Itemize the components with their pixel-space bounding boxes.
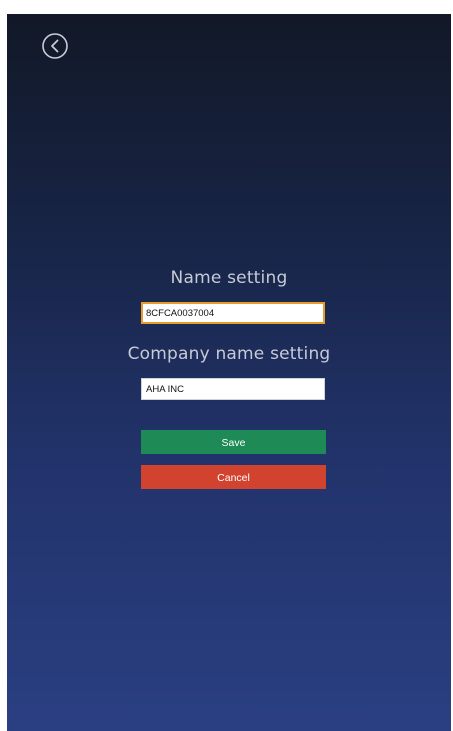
settings-screen: Name setting Company name setting Save C… [7,14,451,731]
cancel-button[interactable]: Cancel [141,465,326,489]
company-name-input[interactable] [141,378,325,400]
back-arrow-circle-icon [42,33,68,59]
save-button[interactable]: Save [141,430,326,454]
name-setting-heading: Name setting [170,268,288,288]
name-input[interactable] [141,302,325,324]
back-button[interactable] [41,32,69,60]
company-name-setting-heading: Company name setting [127,344,331,364]
